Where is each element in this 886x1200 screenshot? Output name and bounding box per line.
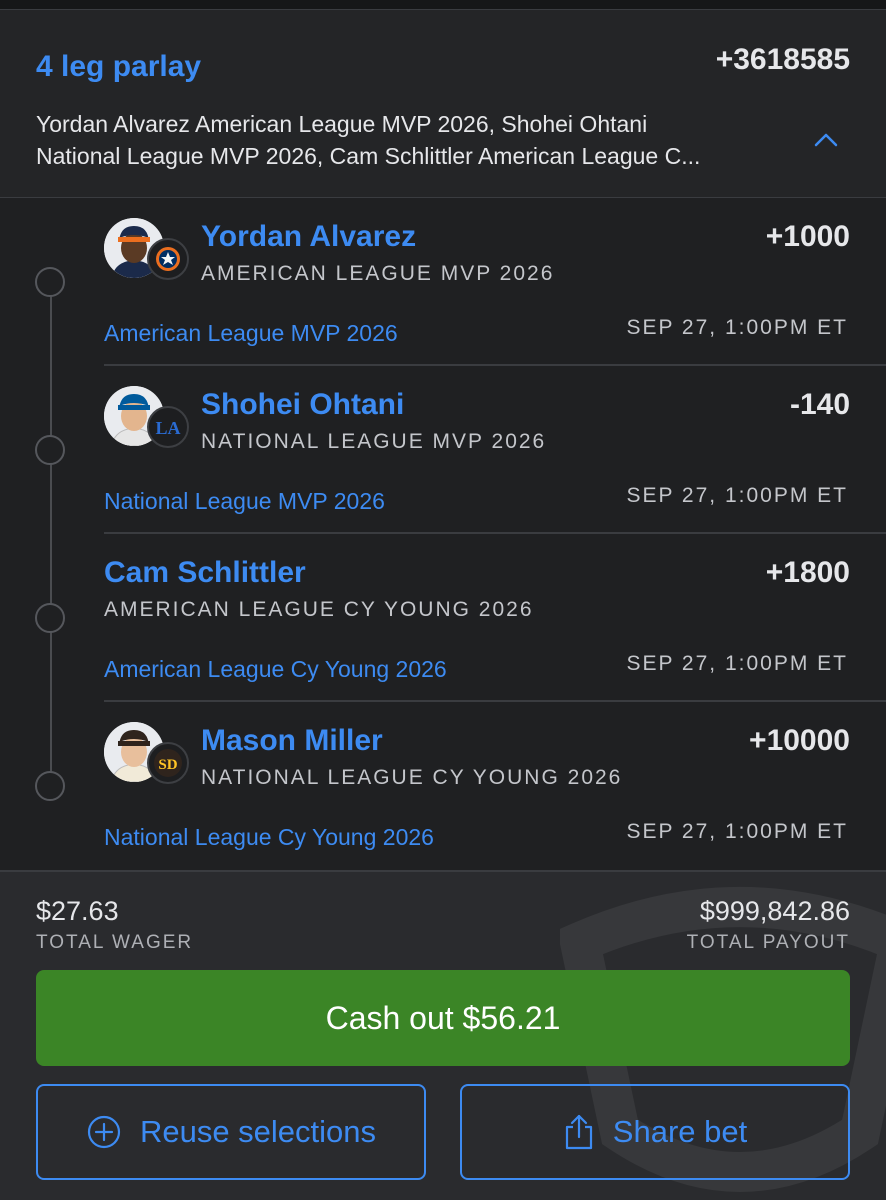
event-date: SEP 27, 1:00PM ET bbox=[626, 484, 848, 507]
total-wager-value: $27.63 bbox=[36, 896, 119, 926]
player-name[interactable]: Shohei Ohtani bbox=[201, 388, 404, 422]
reuse-selections-label: Reuse selections bbox=[139, 1114, 377, 1149]
market-link[interactable]: American League MVP 2026 bbox=[104, 320, 398, 347]
share-icon bbox=[565, 1114, 592, 1150]
total-wager-label: TOTAL WAGER bbox=[36, 932, 194, 953]
parlay-odds: +3618585 bbox=[715, 43, 850, 76]
reuse-selections-button[interactable]: Reuse selections bbox=[36, 1084, 426, 1180]
total-payout-label: TOTAL PAYOUT bbox=[686, 932, 850, 953]
market-name: NATIONAL LEAGUE CY YOUNG 2026 bbox=[201, 766, 623, 789]
market-name: AMERICAN LEAGUE CY YOUNG 2026 bbox=[104, 598, 534, 621]
event-date: SEP 27, 1:00PM ET bbox=[626, 820, 848, 843]
market-name: NATIONAL LEAGUE MVP 2026 bbox=[201, 430, 547, 453]
leg-odds: +1800 bbox=[765, 556, 850, 589]
total-payout-value: $999,842.86 bbox=[699, 896, 850, 926]
svg-text:SD: SD bbox=[158, 757, 177, 773]
timeline-node bbox=[35, 771, 65, 801]
legs-list: Yordan Alvarez AMERICAN LEAGUE MVP 2026 … bbox=[0, 198, 886, 870]
parlay-summary: Yordan Alvarez American League MVP 2026,… bbox=[36, 108, 796, 172]
leg-odds: +1000 bbox=[765, 220, 850, 253]
timeline-node bbox=[35, 267, 65, 297]
leg-odds: -140 bbox=[789, 388, 850, 421]
player-name[interactable]: Mason Miller bbox=[201, 724, 383, 758]
leg-item[interactable]: LA Shohei Ohtani NATIONAL LEAGUE MVP 202… bbox=[104, 366, 886, 534]
top-edge bbox=[0, 0, 886, 10]
player-name[interactable]: Cam Schlittler bbox=[104, 556, 306, 590]
bet-footer: $27.63 TOTAL WAGER $999,842.86 TOTAL PAY… bbox=[0, 870, 886, 1200]
market-link[interactable]: National League MVP 2026 bbox=[104, 488, 385, 515]
timeline-node bbox=[35, 603, 65, 633]
share-bet-label: Share bet bbox=[612, 1114, 748, 1149]
share-bet-button[interactable]: Share bet bbox=[460, 1084, 850, 1180]
cash-out-label: Cash out $56.21 bbox=[325, 999, 561, 1036]
leg-item[interactable]: Yordan Alvarez AMERICAN LEAGUE MVP 2026 … bbox=[104, 198, 886, 366]
market-link[interactable]: National League Cy Young 2026 bbox=[104, 824, 434, 851]
parlay-title: 4 leg parlay bbox=[36, 50, 202, 83]
leg-item[interactable]: Cam Schlittler AMERICAN LEAGUE CY YOUNG … bbox=[104, 534, 886, 702]
parlay-header: 4 leg parlay +3618585 Yordan Alvarez Ame… bbox=[0, 10, 886, 198]
summary-line-2: National League MVP 2026, Cam Schlittler… bbox=[36, 143, 701, 169]
cash-out-button[interactable]: Cash out $56.21 bbox=[36, 970, 850, 1066]
padres-logo-icon: SD bbox=[147, 742, 189, 784]
timeline-node bbox=[35, 435, 65, 465]
summary-line-1: Yordan Alvarez American League MVP 2026,… bbox=[36, 111, 648, 137]
astros-logo-icon bbox=[147, 238, 189, 280]
event-date: SEP 27, 1:00PM ET bbox=[626, 652, 848, 675]
timeline-line bbox=[50, 282, 52, 787]
dodgers-logo-icon: LA bbox=[147, 406, 189, 448]
plus-circle-icon bbox=[87, 1115, 121, 1149]
chevron-up-icon[interactable] bbox=[806, 125, 846, 155]
market-name: AMERICAN LEAGUE MVP 2026 bbox=[201, 262, 555, 285]
svg-text:LA: LA bbox=[155, 418, 180, 438]
leg-item[interactable]: SD Mason Miller NATIONAL LEAGUE CY YOUNG… bbox=[104, 702, 886, 870]
event-date: SEP 27, 1:00PM ET bbox=[626, 316, 848, 339]
leg-odds: +10000 bbox=[749, 724, 850, 757]
market-link[interactable]: American League Cy Young 2026 bbox=[104, 656, 447, 683]
player-name[interactable]: Yordan Alvarez bbox=[201, 220, 416, 254]
